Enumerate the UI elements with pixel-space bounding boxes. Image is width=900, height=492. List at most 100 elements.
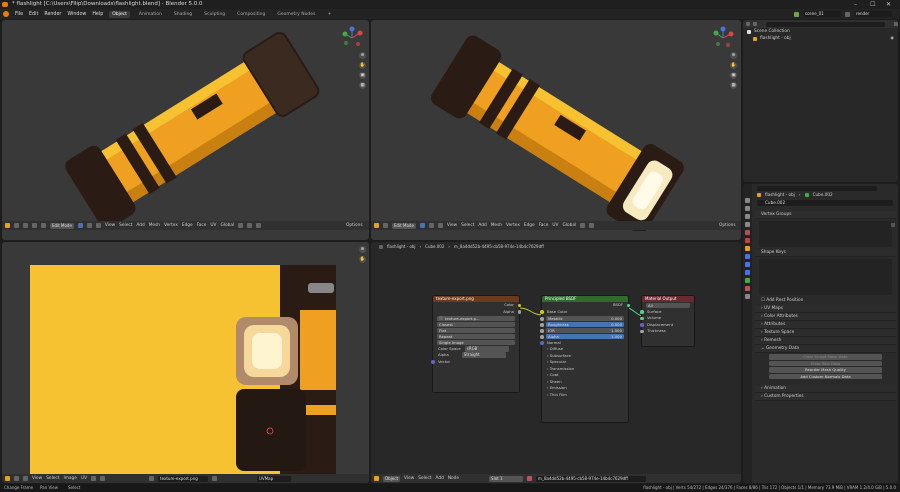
panel-remesh[interactable]: › Remesh: [755, 337, 896, 345]
options-menu[interactable]: Options: [719, 223, 736, 228]
projection-select[interactable]: Flat: [437, 327, 515, 333]
uv-select-icon[interactable]: [14, 476, 19, 481]
menu-face[interactable]: Face: [197, 223, 207, 228]
menu-select[interactable]: Select: [461, 223, 474, 228]
tab-geometry-nodes[interactable]: Geometry Nodes: [274, 11, 318, 18]
menu-view[interactable]: View: [447, 223, 457, 228]
socket-icon[interactable]: [540, 310, 544, 314]
menu-face[interactable]: Face: [539, 223, 549, 228]
tab-shading[interactable]: Shading: [171, 11, 195, 18]
view-layer-selector[interactable]: render: [854, 11, 892, 17]
pan-icon[interactable]: ✋: [730, 62, 737, 69]
socket-icon[interactable]: [626, 303, 630, 307]
alpha-field[interactable]: Alpha 1.000: [540, 333, 624, 339]
zoom-icon[interactable]: ⊕: [359, 52, 366, 59]
socket-icon[interactable]: [640, 316, 644, 320]
panel-vertex-groups[interactable]: Vertex Groups: [755, 211, 896, 219]
menu-view[interactable]: View: [105, 223, 115, 228]
material-selector[interactable]: m_8a4dd52b-4495-cb58-974e-14b4c7629dff: [536, 475, 647, 482]
menu-edit[interactable]: Edit: [29, 12, 38, 17]
edge-select-icon[interactable]: [86, 223, 92, 228]
editor-type-icon[interactable]: [5, 476, 10, 481]
edge-select-icon[interactable]: [428, 223, 434, 228]
menu-mesh[interactable]: Mesh: [491, 223, 502, 228]
pivot-icon[interactable]: [580, 223, 586, 228]
filter-icon[interactable]: [894, 22, 898, 26]
menu-image[interactable]: Image: [63, 476, 76, 481]
shader-type-selector[interactable]: Object: [383, 475, 401, 482]
uv-editor[interactable]: ⊕ ✋ View Select Image UV texture-export.…: [2, 242, 369, 483]
socket-icon[interactable]: [540, 323, 544, 327]
viewport-right[interactable]: ⊕ ✋ ▣ ▦ Edit Mode View Select Add Mesh V…: [371, 20, 741, 240]
menu-select[interactable]: Select: [46, 476, 59, 481]
principled-bsdf-node[interactable]: Principled BSDF BSDF Base Color Metallic…: [540, 295, 630, 423]
vertex-select-icon[interactable]: [419, 223, 425, 228]
tool-tab-icon[interactable]: [745, 198, 750, 203]
menu-help[interactable]: Help: [92, 12, 103, 17]
slot-selector[interactable]: Slot 1: [489, 475, 524, 482]
zoom-icon[interactable]: ⊕: [359, 246, 366, 253]
color-space-select[interactable]: sRGB: [464, 345, 509, 352]
panel-attributes[interactable]: › Attributes: [755, 321, 896, 329]
socket-icon[interactable]: [540, 341, 544, 345]
socket-icon[interactable]: [540, 329, 544, 333]
menu-render[interactable]: Render: [44, 12, 61, 17]
grid-icon[interactable]: ▦: [359, 82, 366, 89]
blender-menu-icon[interactable]: [3, 11, 9, 17]
maximize-icon[interactable]: ☐: [870, 0, 875, 9]
mode-selector[interactable]: Edit Mode: [50, 222, 74, 229]
reorder-mesh-button[interactable]: Reorder Mesh Quality: [769, 367, 882, 373]
tab-sculpting[interactable]: Sculpting: [201, 11, 228, 18]
orientation-selector[interactable]: Global: [563, 223, 577, 228]
properties-editor[interactable]: flashlight - obj › Cube.002 Cube.002 Ver…: [743, 184, 898, 483]
object-tab-icon[interactable]: [745, 246, 750, 251]
viewport-left[interactable]: ⊕ ✋ ▣ ▦ Edit Mode View Select Add Mesh V…: [2, 20, 369, 240]
uv-sync-icon[interactable]: [23, 476, 28, 481]
socket-icon[interactable]: [640, 329, 644, 333]
select-box-icon[interactable]: [383, 223, 388, 228]
select-mode-icon[interactable]: [32, 223, 37, 228]
menu-select[interactable]: Select: [119, 223, 132, 228]
clear-sculpt-mask-button[interactable]: Clear Sculpt Mask Data: [769, 354, 882, 360]
tab-animation[interactable]: Animation: [136, 11, 165, 18]
proportional-icon[interactable]: [256, 223, 262, 228]
minimize-icon[interactable]: –: [854, 0, 857, 9]
pivot-icon[interactable]: [91, 476, 97, 481]
menu-add[interactable]: Add: [136, 223, 144, 228]
socket-icon[interactable]: [540, 317, 544, 321]
select-box-icon[interactable]: [14, 223, 19, 228]
add-workspace-button[interactable]: +: [324, 11, 334, 18]
menu-edge[interactable]: Edge: [524, 223, 535, 228]
panel-shape-keys[interactable]: Shape Keys: [755, 249, 896, 257]
panel-custom-properties[interactable]: › Custom Properties: [755, 393, 896, 401]
outliner[interactable]: Scene Collection flashlight - obj ◉: [743, 20, 898, 182]
data-tab-icon[interactable]: [745, 278, 750, 283]
outliner-type-icon[interactable]: [746, 22, 750, 26]
image-datablock[interactable]: texture-export.p...: [437, 315, 515, 321]
material-tab-icon[interactable]: [745, 286, 750, 291]
face-select-icon[interactable]: [437, 223, 443, 228]
source-select[interactable]: Single Image: [437, 339, 515, 345]
panel-texture-space[interactable]: › Texture Space: [755, 329, 896, 337]
panel-animation[interactable]: › Animation: [755, 385, 896, 393]
select-mode-icon[interactable]: [23, 223, 28, 228]
world-tab-icon[interactable]: [745, 238, 750, 243]
add-rest-position-checkbox[interactable]: ☐ Add Rest Position: [755, 297, 896, 305]
constraints-tab-icon[interactable]: [745, 270, 750, 275]
render-tab-icon[interactable]: [745, 206, 750, 211]
shape-keys-list[interactable]: [759, 259, 892, 295]
snap-icon[interactable]: [100, 476, 106, 481]
editor-type-icon[interactable]: [374, 223, 379, 228]
panel-thin-film[interactable]: › Thin Film: [542, 392, 628, 399]
scene-tab-icon[interactable]: [745, 230, 750, 235]
material-output-node[interactable]: Material Output All Surface Volume Displ…: [640, 295, 695, 347]
outliner-search[interactable]: [766, 21, 885, 27]
add-custom-normals-button[interactable]: Add Custom Normals Data: [769, 373, 882, 379]
menu-vertex[interactable]: Vertex: [506, 223, 520, 228]
metallic-field[interactable]: Metallic 0.000: [540, 315, 624, 321]
face-select-icon[interactable]: [95, 223, 101, 228]
menu-uv[interactable]: UV: [81, 476, 87, 481]
modifier-tab-icon[interactable]: [745, 254, 750, 259]
socket-icon[interactable]: [517, 303, 521, 307]
navigation-gizmo[interactable]: [340, 26, 364, 50]
